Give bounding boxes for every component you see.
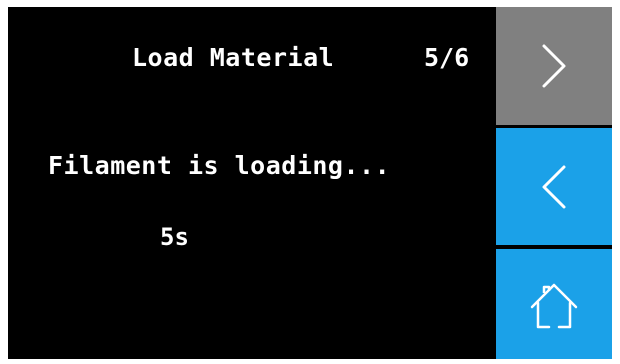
- status-message: Filament is loading...: [48, 151, 391, 180]
- side-navigation: [496, 7, 612, 359]
- chevron-left-icon: [542, 165, 566, 208]
- chevron-right-icon: [542, 44, 566, 88]
- main-panel: Load Material 5/6 Filament is loading...…: [8, 7, 495, 359]
- home-button[interactable]: [496, 249, 612, 359]
- next-button[interactable]: [496, 7, 612, 125]
- step-indicator: 5/6: [424, 43, 470, 72]
- countdown-timer: 5s: [160, 223, 189, 251]
- touch-screen: Load Material 5/6 Filament is loading...…: [8, 7, 612, 359]
- device-frame: Load Material 5/6 Filament is loading...…: [0, 0, 620, 364]
- page-title: Load Material: [132, 43, 335, 72]
- home-icon: [530, 283, 578, 329]
- back-button[interactable]: [496, 128, 612, 245]
